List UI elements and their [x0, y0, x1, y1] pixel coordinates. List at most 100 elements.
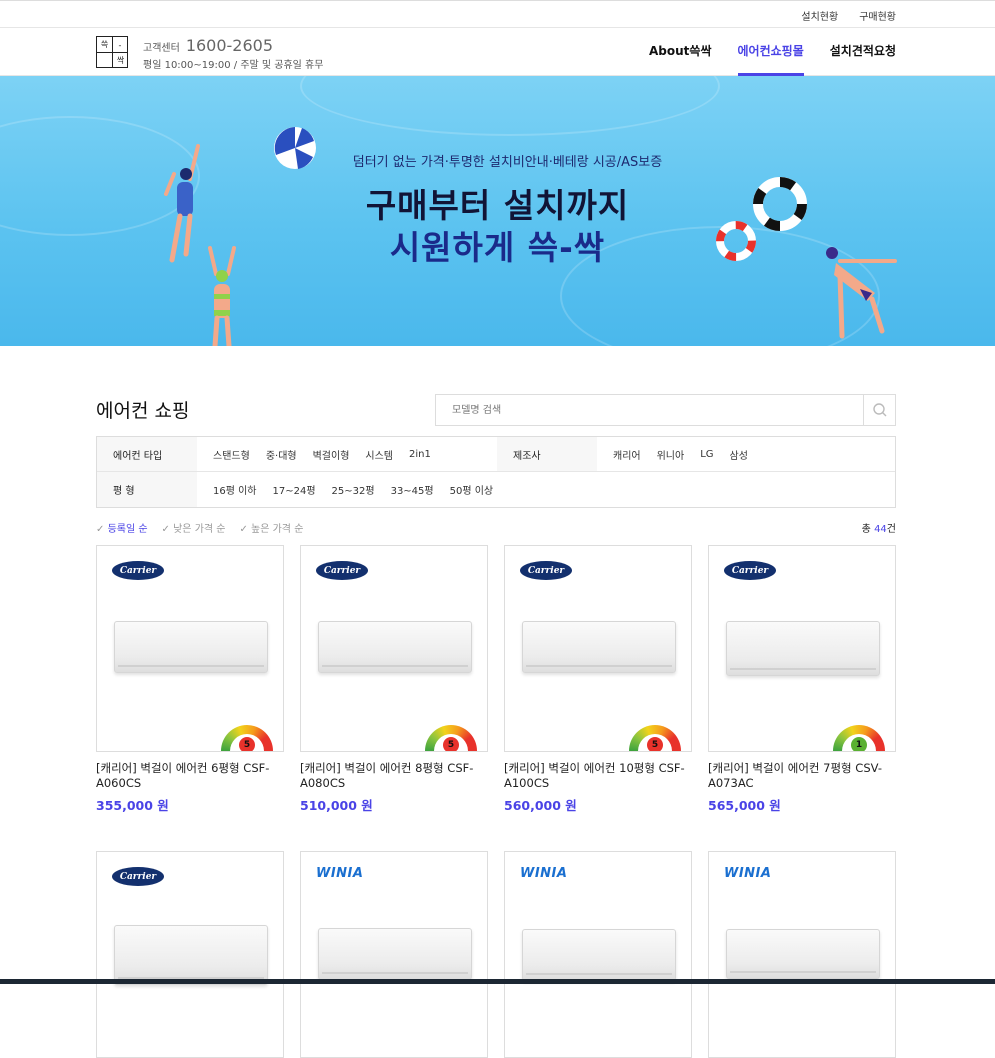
product-card[interactable]: Carrier 5 [캐리어] 벽걸이 에어컨 10평형 CSF-A100CS 560… [504, 545, 692, 814]
sort-options: ✓ 등록일 순 ✓ 낮은 가격 순 ✓ 높은 가격 순 [96, 520, 303, 535]
product-image[interactable]: WINIA [300, 851, 488, 1058]
filter-option[interactable]: 33~45평 [391, 482, 434, 497]
filter-options-maker: 캐리어 위니아 LG 삼성 [597, 437, 748, 471]
product-image[interactable]: Carrier 5 [300, 545, 488, 752]
product-price: 565,000 원 [708, 798, 781, 813]
filter-option[interactable]: LG [700, 449, 713, 460]
energy-grade-badge: 5 [221, 725, 273, 751]
product-card[interactable]: Carrier 5 [캐리어] 벽걸이 에어컨 8평형 CSF-A080CS 510,… [300, 545, 488, 814]
bottom-bar [0, 979, 995, 984]
product-name[interactable]: [캐리어] 벽걸이 에어컨 6평형 CSF-A060CS [96, 761, 284, 791]
count-prefix: 총 [861, 524, 875, 535]
filter-option[interactable]: 중·대형 [266, 447, 297, 462]
logo-char: 쓱 [97, 37, 113, 53]
filter-row: 에어컨 타입 스탠드형 중·대형 벽걸이형 시스템 2in1 제조사 캐리어 위… [97, 437, 895, 472]
product-price: 560,000 원 [504, 798, 577, 813]
air-conditioner-image [726, 621, 880, 676]
count-number: 44 [874, 524, 887, 535]
search-button[interactable] [863, 395, 895, 425]
check-icon: ✓ [161, 524, 174, 535]
product-image[interactable]: Carrier 1 [708, 545, 896, 752]
banner-headline-2: 시원하게 쓱-싹 [389, 228, 606, 267]
brand-logo: WINIA [316, 866, 364, 881]
filter-option[interactable]: 50평 이상 [450, 482, 494, 497]
brand-logo: WINIA [520, 866, 568, 881]
product-card[interactable]: Carrier [96, 851, 284, 1058]
ac-vent [526, 973, 672, 975]
sort-option[interactable]: ✓ 높은 가격 순 [239, 520, 303, 535]
sort-option[interactable]: ✓ 낮은 가격 순 [162, 520, 226, 535]
product-price: 510,000 원 [300, 798, 373, 813]
product-image[interactable]: WINIA [504, 851, 692, 1058]
filter-option[interactable]: 삼성 [730, 447, 748, 462]
filter-row: 평 형 16평 이하 17~24평 25~32평 33~45평 50평 이상 [97, 472, 895, 507]
ac-vent [526, 665, 672, 667]
ac-vent [118, 665, 264, 667]
air-conditioner-image [726, 929, 880, 979]
model-search-input[interactable] [436, 395, 863, 425]
filter-option[interactable]: 16평 이하 [213, 482, 257, 497]
filter-label-maker: 제조사 [497, 437, 597, 471]
brand-logo: Carrier [112, 561, 164, 580]
nav-about[interactable]: About쓱싹 [649, 28, 711, 76]
search-box [435, 394, 896, 426]
site-logo[interactable]: 쓱 - 싹 [96, 36, 128, 68]
product-image[interactable]: Carrier 5 [504, 545, 692, 752]
energy-grade-badge: 5 [425, 725, 477, 751]
product-image[interactable]: WINIA [708, 851, 896, 1058]
site-header: 쓱 - 싹 고객센터 1600-2605 평일 10:00~19:00 / 주말… [0, 28, 995, 76]
filter-option[interactable]: 2in1 [409, 449, 431, 460]
customer-service-phone: 1600-2605 [185, 36, 274, 55]
product-card[interactable]: WINIA [504, 851, 692, 1058]
filter-option[interactable]: 캐리어 [613, 447, 641, 462]
product-card[interactable]: Carrier 1 [캐리어] 벽걸이 에어컨 7평형 CSV-A073AC 565,… [708, 545, 896, 814]
section-title: 에어컨 쇼핑 [96, 400, 190, 422]
sort-label: 높은 가격 순 [251, 524, 304, 535]
product-name[interactable]: [캐리어] 벽걸이 에어컨 7평형 CSV-A073AC [708, 761, 896, 791]
nav-install-quote[interactable]: 설치견적요청 [830, 28, 896, 76]
utility-links: 설치현황 구매현황 [801, 8, 896, 23]
filter-option[interactable]: 벽걸이형 [313, 447, 350, 462]
result-count: 총 44건 [862, 520, 896, 535]
filter-options-size: 16평 이하 17~24평 25~32평 33~45평 50평 이상 [197, 472, 493, 507]
filter-table: 에어컨 타입 스탠드형 중·대형 벽걸이형 시스템 2in1 제조사 캐리어 위… [96, 436, 896, 508]
main-nav: About쓱싹 에어컨쇼핑몰 설치견적요청 [649, 28, 896, 76]
nav-ac-shop[interactable]: 에어컨쇼핑몰 [737, 28, 804, 76]
purchase-status-link[interactable]: 구매현황 [859, 8, 896, 23]
ac-vent [322, 972, 468, 974]
sort-option[interactable]: ✓ 등록일 순 [96, 520, 148, 535]
banner-headline: 구매부터 설치까지 [365, 186, 630, 225]
product-name[interactable]: [캐리어] 벽걸이 에어컨 10평형 CSF-A100CS [504, 761, 692, 791]
ac-vent [730, 971, 876, 973]
product-price: 355,000 원 [96, 798, 169, 813]
filter-option[interactable]: 25~32평 [332, 482, 375, 497]
filter-option[interactable]: 17~24평 [273, 482, 316, 497]
energy-grade-number: 5 [647, 737, 663, 751]
install-status-link[interactable]: 설치현황 [801, 8, 838, 23]
filter-option[interactable]: 시스템 [365, 447, 393, 462]
logo-char: - [118, 40, 122, 50]
energy-grade-badge: 5 [629, 725, 681, 751]
brand-logo: Carrier [724, 561, 776, 580]
hero-banner: 덤터기 없는 가격·투명한 설치비안내·베테랑 시공/AS보증 구매부터 설치까… [0, 76, 995, 346]
filter-option[interactable]: 위니아 [657, 447, 685, 462]
product-card[interactable]: Carrier 5 [캐리어] 벽걸이 에어컨 6평형 CSF-A060CS 355,… [96, 545, 284, 814]
sort-label: 낮은 가격 순 [173, 524, 226, 535]
energy-grade-number: 1 [851, 737, 867, 751]
air-conditioner-image [318, 928, 472, 980]
brand-logo: Carrier [520, 561, 572, 580]
product-card[interactable]: WINIA [300, 851, 488, 1058]
product-card[interactable]: WINIA [708, 851, 896, 1058]
energy-grade-badge: 1 [833, 725, 885, 751]
product-image[interactable]: Carrier [96, 851, 284, 1058]
air-conditioner-image [114, 925, 268, 985]
check-icon: ✓ [96, 524, 108, 535]
logo-char: 싹 [112, 52, 128, 68]
filter-option[interactable]: 스탠드형 [213, 447, 250, 462]
sort-bar: ✓ 등록일 순 ✓ 낮은 가격 순 ✓ 높은 가격 순 총 44건 [96, 520, 896, 535]
search-icon [872, 403, 886, 417]
air-conditioner-image [318, 621, 472, 673]
product-name[interactable]: [캐리어] 벽걸이 에어컨 8평형 CSF-A080CS [300, 761, 488, 791]
product-image[interactable]: Carrier 5 [96, 545, 284, 752]
check-icon: ✓ [239, 524, 252, 535]
